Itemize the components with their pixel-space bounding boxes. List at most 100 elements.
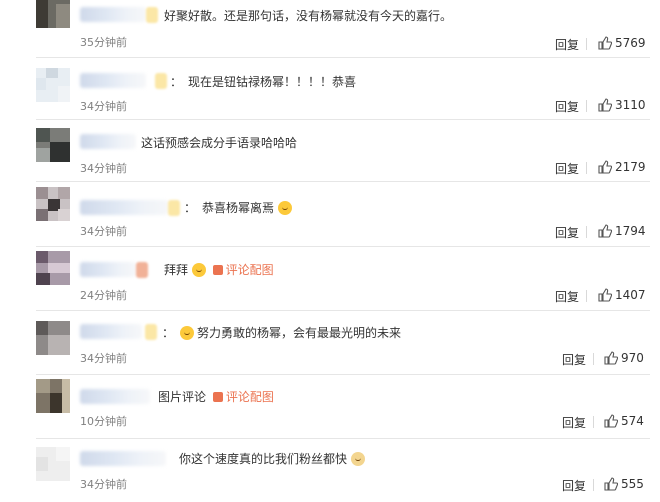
reply-button[interactable]: 回复 bbox=[562, 351, 586, 368]
like-button[interactable]: 3110 bbox=[598, 98, 646, 112]
colon: ： bbox=[162, 326, 175, 340]
user-badge-icon bbox=[145, 324, 157, 340]
username[interactable] bbox=[80, 134, 136, 149]
comment-item: ： 努力勇敢的杨幂，会有最最光明的未来 34分钟前 回复 970 bbox=[0, 311, 660, 375]
wave-emoji-icon bbox=[191, 263, 206, 277]
like-button[interactable]: 5769 bbox=[598, 36, 646, 50]
comment-time: 35分钟前 bbox=[80, 36, 127, 49]
avatar[interactable] bbox=[36, 0, 70, 28]
avatar[interactable] bbox=[36, 128, 70, 162]
comment-time: 34分钟前 bbox=[80, 352, 127, 365]
like-button[interactable]: 2179 bbox=[598, 160, 646, 174]
comment-time: 24分钟前 bbox=[80, 289, 127, 302]
comment-text: ： 现在是钮钴禄杨幂！！！！恭喜 bbox=[170, 74, 356, 90]
comment-image-link[interactable]: 评论配图 bbox=[213, 263, 274, 277]
heart-face-emoji-icon bbox=[180, 326, 195, 340]
doge-emoji-icon bbox=[350, 452, 365, 466]
comment-time: 10分钟前 bbox=[80, 415, 127, 428]
comment-time: 34分钟前 bbox=[80, 162, 127, 175]
user-badge-icon bbox=[136, 262, 148, 278]
comment-item: 你这个速度真的比我们粉丝都快 34分钟前 回复 555 bbox=[0, 439, 660, 502]
comment-text: ： 努力勇敢的杨幂，会有最最光明的未来 bbox=[162, 325, 401, 341]
comment-time: 34分钟前 bbox=[80, 225, 127, 238]
thumbs-up-icon bbox=[598, 224, 613, 238]
username[interactable] bbox=[80, 451, 166, 466]
comment-body: 拜拜 bbox=[164, 263, 189, 277]
reply-button[interactable]: 回复 bbox=[555, 98, 579, 115]
divider bbox=[593, 353, 594, 365]
divider bbox=[593, 479, 594, 491]
avatar[interactable] bbox=[36, 68, 70, 102]
comment-text: 你这个速度真的比我们粉丝都快 bbox=[179, 451, 365, 467]
like-button[interactable]: 555 bbox=[604, 477, 644, 491]
comment-body: 恭喜杨幂离焉 bbox=[202, 201, 275, 215]
thumbs-up-icon bbox=[604, 477, 619, 491]
thumbs-up-icon bbox=[598, 288, 613, 302]
like-count: 1407 bbox=[615, 288, 646, 302]
user-badge-icon bbox=[155, 73, 167, 89]
like-button[interactable]: 1407 bbox=[598, 288, 646, 302]
like-count: 3110 bbox=[615, 98, 646, 112]
avatar[interactable] bbox=[36, 379, 70, 413]
username[interactable] bbox=[80, 262, 136, 277]
like-count: 555 bbox=[621, 477, 644, 491]
thumbs-up-icon bbox=[598, 160, 613, 174]
reply-button[interactable]: 回复 bbox=[555, 36, 579, 53]
user-badge-icon bbox=[146, 7, 158, 23]
comment-feed: 好聚好散。还是那句话，没有杨幂就没有今天的嘉行。 35分钟前 回复 5769 ：… bbox=[0, 0, 660, 502]
like-count: 2179 bbox=[615, 160, 646, 174]
like-count: 574 bbox=[621, 414, 644, 428]
divider bbox=[586, 100, 587, 112]
thumbs-up-icon bbox=[604, 414, 619, 428]
colon: ： bbox=[184, 201, 197, 215]
comment-text: 拜拜 评论配图 bbox=[164, 262, 274, 278]
comment-body: 努力勇敢的杨幂，会有最最光明的未来 bbox=[197, 326, 402, 340]
reply-button[interactable]: 回复 bbox=[555, 160, 579, 177]
user-badge-icon bbox=[168, 200, 180, 216]
like-button[interactable]: 970 bbox=[604, 351, 644, 365]
thumbs-up-icon bbox=[598, 98, 613, 112]
comment-time: 34分钟前 bbox=[80, 100, 127, 113]
avatar[interactable] bbox=[36, 321, 70, 355]
comment-text: ： 恭喜杨幂离焉 bbox=[184, 200, 292, 216]
reply-button[interactable]: 回复 bbox=[555, 288, 579, 305]
username[interactable] bbox=[80, 200, 168, 215]
comment-body: 这话预感会成分手语录哈哈哈 bbox=[141, 136, 298, 150]
username[interactable] bbox=[80, 389, 150, 404]
comment-body: 你这个速度真的比我们粉丝都快 bbox=[179, 452, 348, 466]
like-button[interactable]: 574 bbox=[604, 414, 644, 428]
comment-item: 拜拜 评论配图 24分钟前 回复 1407 bbox=[0, 247, 660, 311]
comment-image-link[interactable]: 评论配图 bbox=[213, 390, 274, 404]
comment-text: 这话预感会成分手语录哈哈哈 bbox=[141, 135, 297, 151]
comment-time: 34分钟前 bbox=[80, 478, 127, 491]
divider bbox=[586, 226, 587, 238]
comment-body: 好聚好散。还是那句话，没有杨幂就没有今天的嘉行。 bbox=[164, 9, 453, 23]
username[interactable] bbox=[80, 7, 146, 22]
thumbs-up-icon bbox=[604, 351, 619, 365]
avatar[interactable] bbox=[36, 447, 70, 481]
reply-button[interactable]: 回复 bbox=[555, 224, 579, 241]
reply-button[interactable]: 回复 bbox=[562, 414, 586, 431]
comment-item: 图片评论 评论配图 10分钟前 回复 574 bbox=[0, 375, 660, 439]
colon: ： bbox=[170, 75, 183, 89]
divider bbox=[586, 290, 587, 302]
reply-button[interactable]: 回复 bbox=[562, 477, 586, 494]
divider bbox=[586, 38, 587, 50]
comment-item: 这话预感会成分手语录哈哈哈 34分钟前 回复 2179 bbox=[0, 120, 660, 182]
comment-item: ： 恭喜杨幂离焉 34分钟前 回复 1794 bbox=[0, 182, 660, 247]
username[interactable] bbox=[80, 324, 142, 339]
shocked-emoji-icon bbox=[277, 201, 292, 215]
comment-body: 图片评论 bbox=[158, 390, 207, 404]
avatar[interactable] bbox=[36, 187, 70, 221]
like-button[interactable]: 1794 bbox=[598, 224, 646, 238]
divider bbox=[586, 162, 587, 174]
thumbs-up-icon bbox=[598, 36, 613, 50]
like-count: 5769 bbox=[615, 36, 646, 50]
comment-item: 好聚好散。还是那句话，没有杨幂就没有今天的嘉行。 35分钟前 回复 5769 bbox=[0, 0, 660, 58]
divider bbox=[593, 416, 594, 428]
avatar[interactable] bbox=[36, 251, 70, 285]
comment-text: 好聚好散。还是那句话，没有杨幂就没有今天的嘉行。 bbox=[164, 8, 452, 24]
like-count: 1794 bbox=[615, 224, 646, 238]
username[interactable] bbox=[80, 73, 146, 88]
comment-body: 现在是钮钴禄杨幂！！！！恭喜 bbox=[188, 75, 357, 89]
